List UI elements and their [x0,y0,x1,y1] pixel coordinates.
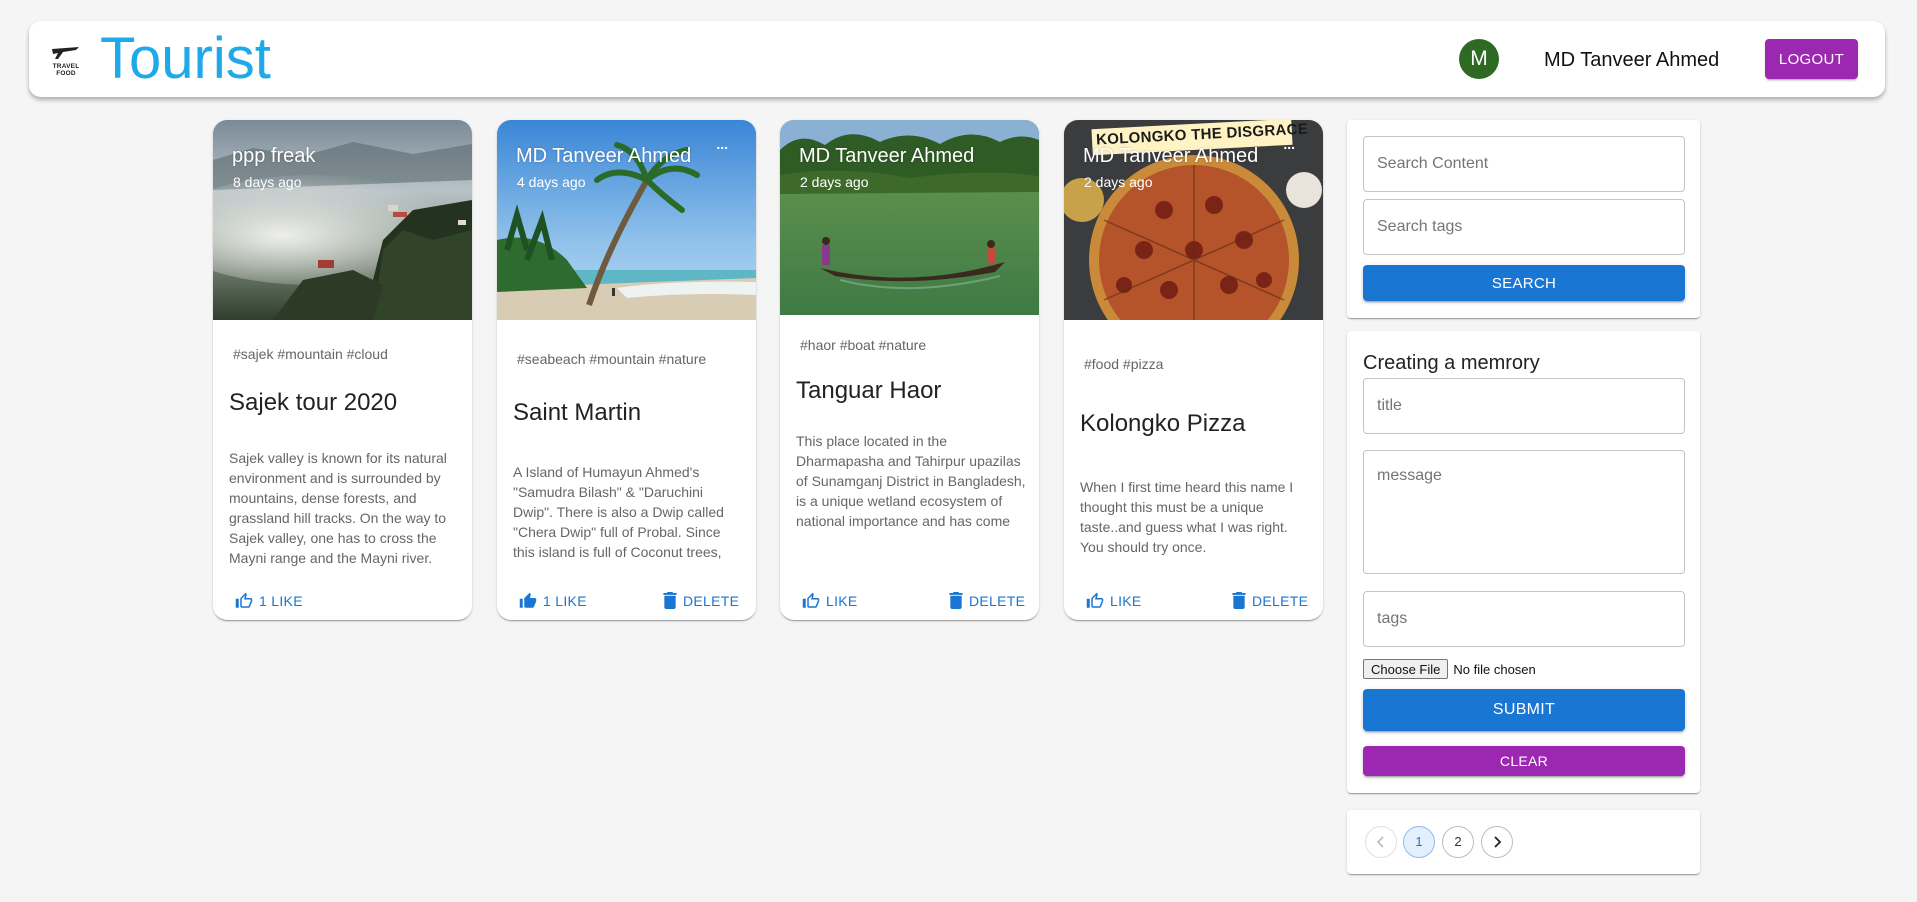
delete-label: DELETE [1252,592,1309,609]
prev-page-button[interactable] [1365,826,1397,858]
delete-button[interactable]: DELETE [949,592,1025,609]
file-picker: Choose File No file chosen [1363,659,1536,679]
post-time: 2 days ago [1084,174,1153,190]
post-author: ppp freak [232,145,316,167]
post-message: This place located in the Dharmapasha an… [796,433,1026,529]
thumb-up-outline-icon [1086,592,1104,608]
pagination-panel: 1 2 [1347,810,1700,874]
post-card-3[interactable]: MD Tanveer Ahmed 2 days ago #haor #boat … [780,120,1039,620]
like-button[interactable]: 1 LIKE [235,592,303,610]
post-time: 4 days ago [517,174,586,190]
trash-icon [1232,592,1246,609]
post-tags: #haor #boat #nature [800,337,927,353]
post-tags: #sajek #mountain #cloud [233,346,388,362]
delete-label: DELETE [683,592,740,609]
like-label: LIKE [1110,593,1142,609]
avatar: M [1459,39,1499,79]
message-textarea[interactable] [1363,450,1685,574]
like-label: LIKE [826,593,858,609]
post-author: MD Tanveer Ahmed [516,145,692,167]
like-label: 1 LIKE [259,593,303,609]
post-title: Saint Martin [513,399,642,426]
username: MD Tanveer Ahmed [1544,49,1720,71]
submit-button[interactable]: SUBMIT [1363,689,1685,731]
post-author: MD Tanveer Ahmed [799,145,975,167]
tags-input[interactable] [1363,591,1685,647]
post-card-2[interactable]: MD Tanveer Ahmed 4 days ago ... #seabeac… [497,120,756,620]
post-card-4[interactable]: KOLONGKO THE DISGRACE MD Tanveer Ahmed 2… [1064,120,1323,620]
thumb-up-outline-icon [235,592,253,608]
choose-file-button[interactable]: Choose File [1363,659,1449,679]
search-content-input[interactable] [1363,136,1685,192]
thumb-up-filled-icon [519,592,537,608]
like-label: 1 LIKE [543,593,587,609]
delete-button[interactable]: DELETE [1232,592,1308,609]
next-page-button[interactable] [1481,826,1513,858]
post-message: Sajek valley is known for its natural en… [229,450,447,566]
brand-title[interactable]: Tourist [100,27,271,91]
post-title: Kolongko Pizza [1080,410,1246,437]
app-bar: TRAVEL FOOD Tourist M MD Tanveer Ahmed L… [29,21,1885,97]
more-options-icon[interactable]: ... [1283,136,1295,152]
post-author: MD Tanveer Ahmed [1083,145,1259,167]
more-options-icon[interactable]: ... [716,136,728,152]
like-button[interactable]: LIKE [802,592,858,610]
title-input[interactable] [1363,378,1685,434]
like-button[interactable]: 1 LIKE [519,592,587,610]
post-tags: #food #pizza [1084,356,1164,372]
trash-icon [663,592,677,609]
file-status: No file chosen [1453,661,1536,677]
page-1-button[interactable]: 1 [1403,826,1435,858]
chevron-left-icon [1376,836,1384,848]
post-time: 2 days ago [800,174,869,190]
search-button[interactable]: SEARCH [1363,265,1685,301]
post-card-1[interactable]: ppp freak 8 days ago #sajek #mountain #c… [213,120,472,620]
post-message: When I first time heard this name I thou… [1080,479,1294,555]
travel-food-logo: TRAVEL FOOD [49,43,83,77]
post-tags: #seabeach #mountain #nature [517,351,707,367]
chevron-right-icon [1494,836,1502,848]
logout-button[interactable]: LOGOUT [1765,39,1858,79]
logo-text-travel: TRAVEL [52,63,80,70]
memory-form-panel: Creating a memrory Choose File No file c… [1347,331,1700,793]
trash-icon [949,592,963,609]
post-message: A Island of Humayun Ahmed's "Samudra Bil… [513,464,724,560]
form-heading: Creating a memrory [1363,352,1540,374]
logo-plane-icon [52,47,79,59]
search-panel: SEARCH [1347,120,1700,318]
like-button[interactable]: LIKE [1086,592,1142,610]
delete-button[interactable]: DELETE [663,592,739,609]
logo-text-food: FOOD [56,70,76,77]
delete-label: DELETE [969,592,1026,609]
post-time: 8 days ago [233,174,302,190]
search-tags-input[interactable] [1363,199,1685,255]
post-title: Sajek tour 2020 [229,389,398,416]
page-2-button[interactable]: 2 [1442,826,1474,858]
thumb-up-outline-icon [802,592,820,608]
clear-button[interactable]: CLEAR [1363,746,1685,776]
post-title: Tanguar Haor [796,377,942,404]
